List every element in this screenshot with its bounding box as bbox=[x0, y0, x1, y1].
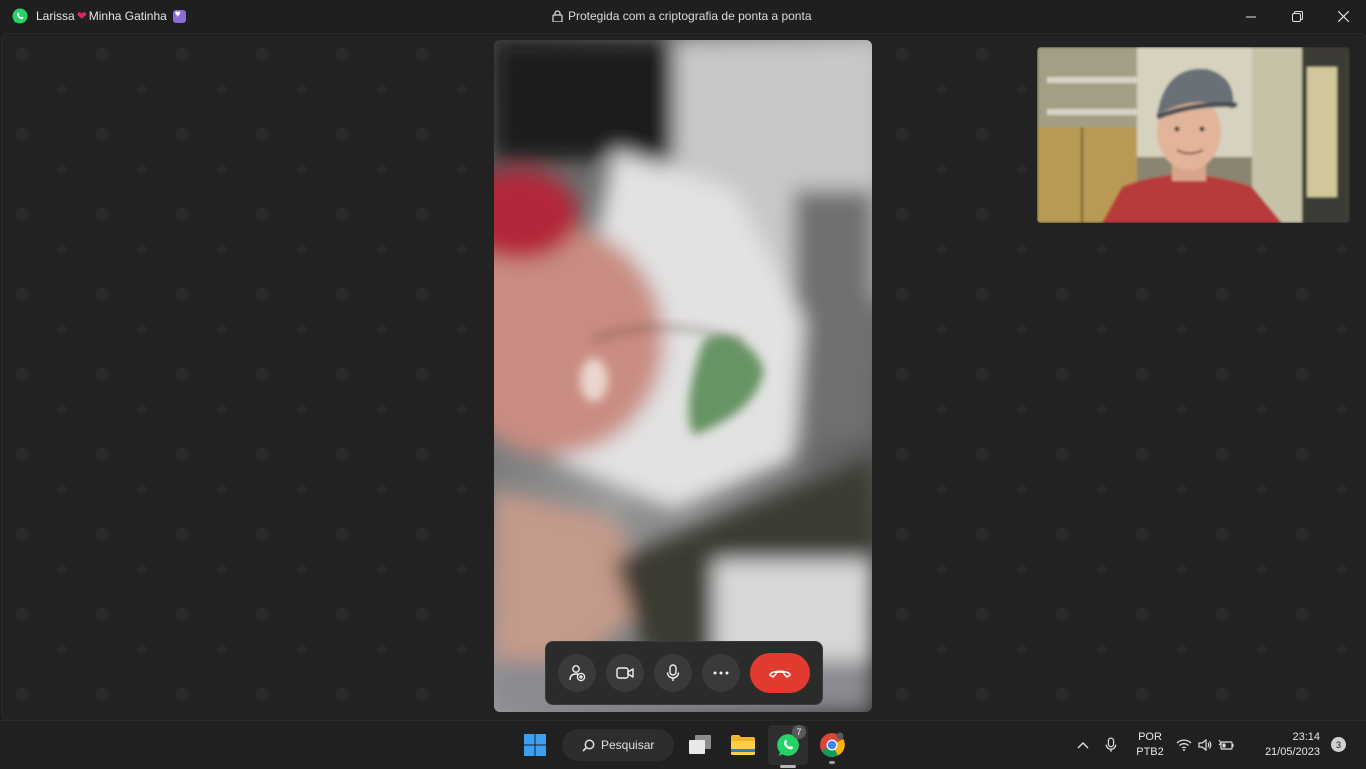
ellipsis-icon bbox=[713, 671, 729, 675]
close-button[interactable] bbox=[1320, 0, 1366, 33]
input-language-button[interactable]: POR PTB2 bbox=[1130, 730, 1170, 760]
minimize-icon bbox=[1246, 16, 1256, 17]
person-add-icon bbox=[569, 665, 586, 682]
close-icon bbox=[1337, 11, 1349, 22]
minimize-button[interactable] bbox=[1228, 0, 1274, 33]
taskbar-search[interactable]: Pesquisar bbox=[562, 729, 674, 761]
red-heart-icon: ❤ bbox=[76, 9, 87, 23]
notification-count-badge[interactable]: 3 bbox=[1331, 737, 1346, 752]
contact-name: Larissa ❤ Minha Gatinha bbox=[36, 9, 186, 23]
clock-date: 21/05/2023 bbox=[1264, 746, 1320, 758]
language-code: POR bbox=[1138, 731, 1162, 743]
tray-microphone-button[interactable] bbox=[1095, 729, 1127, 761]
whatsapp-taskbar-button[interactable]: 7 bbox=[768, 725, 808, 768]
file-explorer-button[interactable] bbox=[727, 729, 759, 761]
purple-heart-icon bbox=[172, 9, 186, 23]
add-participant-button[interactable] bbox=[558, 654, 596, 692]
microphone-button[interactable] bbox=[654, 654, 692, 692]
self-video bbox=[1037, 47, 1350, 223]
self-video-frame bbox=[1037, 47, 1350, 223]
camera-button[interactable] bbox=[606, 654, 644, 692]
encryption-notice: Protegida com a criptografia de ponta a … bbox=[552, 9, 812, 23]
call-controls bbox=[545, 641, 823, 705]
chrome-button[interactable] bbox=[816, 729, 848, 764]
chevron-up-icon bbox=[1077, 742, 1089, 749]
battery-charging-icon bbox=[1218, 739, 1234, 750]
whatsapp-icon bbox=[12, 8, 28, 24]
clock-button[interactable]: 23:14 21/05/2023 bbox=[1250, 730, 1326, 760]
video-camera-icon bbox=[616, 667, 634, 679]
remote-video bbox=[494, 40, 872, 712]
phone-hangup-icon bbox=[769, 670, 791, 678]
running-app-indicator bbox=[829, 761, 835, 764]
keyboard-layout: PTB2 bbox=[1136, 746, 1164, 758]
windows-logo-icon bbox=[524, 734, 546, 756]
volume-icon bbox=[1198, 739, 1212, 751]
encryption-text: Protegida com a criptografia de ponta a … bbox=[568, 9, 812, 23]
end-call-button[interactable] bbox=[750, 653, 810, 693]
search-icon bbox=[582, 739, 595, 752]
wifi-icon bbox=[1176, 739, 1192, 751]
contact-name-rest: Minha Gatinha bbox=[88, 9, 167, 23]
whatsapp-unread-badge: 7 bbox=[792, 725, 806, 739]
network-volume-battery-button[interactable] bbox=[1172, 729, 1238, 761]
task-view-icon bbox=[689, 735, 711, 754]
task-view-button[interactable] bbox=[684, 729, 716, 761]
contact-first-name: Larissa bbox=[36, 9, 75, 23]
microphone-icon bbox=[1105, 737, 1117, 752]
restore-button[interactable] bbox=[1274, 0, 1320, 33]
search-label: Pesquisar bbox=[601, 738, 655, 752]
more-options-button[interactable] bbox=[702, 654, 740, 692]
title-bar: Larissa ❤ Minha Gatinha Protegida com a … bbox=[0, 0, 1366, 33]
restore-icon bbox=[1291, 11, 1303, 22]
chrome-icon bbox=[820, 732, 845, 758]
taskbar: Pesquisar 7 POR PTB2 23:14 21/05/2023 3 bbox=[0, 720, 1366, 769]
clock-time: 23:14 bbox=[1292, 731, 1320, 743]
folder-icon bbox=[731, 735, 755, 755]
remote-video-frame bbox=[494, 40, 872, 712]
lock-icon bbox=[552, 10, 563, 22]
microphone-icon bbox=[666, 664, 680, 681]
start-button[interactable] bbox=[519, 729, 551, 761]
